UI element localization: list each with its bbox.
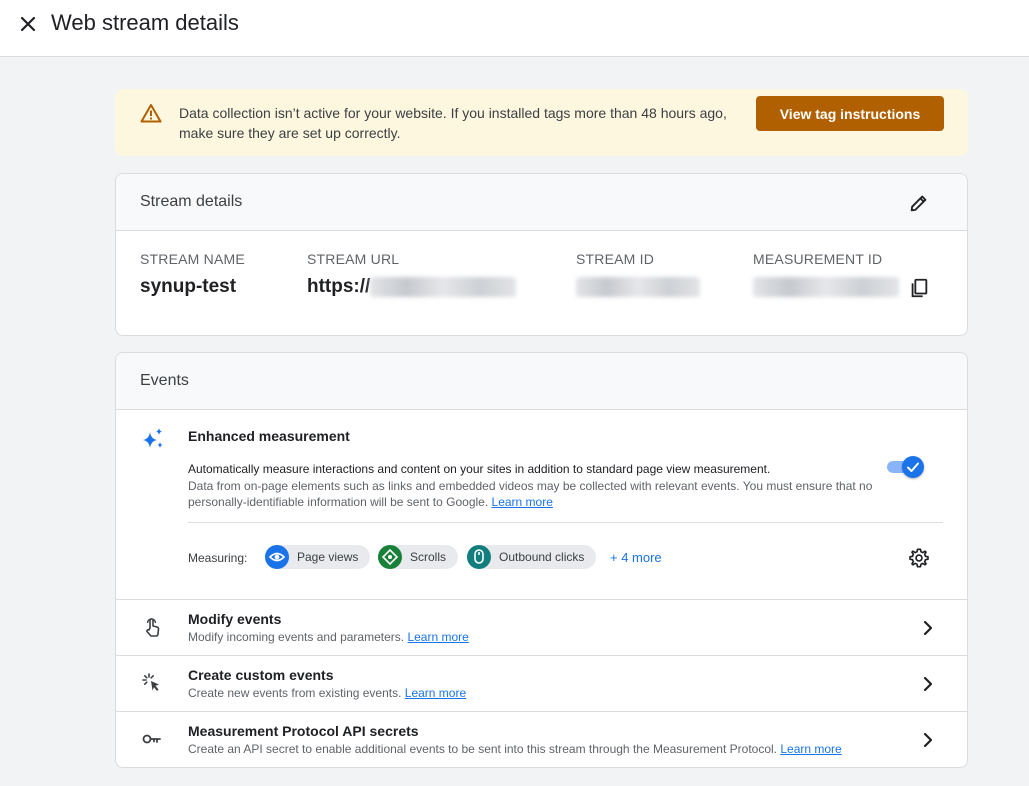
measurement-protocol-learn-more-link[interactable]: Learn more xyxy=(780,742,841,756)
measurement-protocol-description: Create an API secret to enable additiona… xyxy=(188,742,842,756)
toggle-knob xyxy=(902,456,924,478)
enhanced-measurement-learn-more-link[interactable]: Learn more xyxy=(492,495,553,509)
stream-details-title: Stream details xyxy=(140,193,243,210)
data-collection-warning-banner: Data collection isn’t active for your we… xyxy=(115,89,968,156)
chip-page-views-label: Page views xyxy=(297,550,359,564)
redacted-measurement-id xyxy=(753,276,899,297)
modify-events-learn-more-link[interactable]: Learn more xyxy=(407,630,468,644)
measurement-protocol-title: Measurement Protocol API secrets xyxy=(188,723,419,739)
list-item-create-custom-events[interactable]: Create custom events Create new events f… xyxy=(116,656,967,712)
pencil-icon[interactable] xyxy=(908,192,930,214)
events-title: Events xyxy=(140,372,189,389)
warning-icon xyxy=(140,103,162,128)
stream-url-value-row: https:// xyxy=(307,276,517,298)
create-custom-events-learn-more-link[interactable]: Learn more xyxy=(405,686,466,700)
page-title: Web stream details xyxy=(51,10,239,35)
gear-icon[interactable] xyxy=(908,547,930,569)
enhanced-measurement-divider xyxy=(188,522,943,523)
chip-scrolls-label: Scrolls xyxy=(410,550,447,564)
stream-name-value: synup-test xyxy=(140,276,237,297)
stream-details-header: Stream details xyxy=(116,174,967,231)
eye-icon xyxy=(265,545,289,569)
stream-details-card: Stream details STREAM NAME synup-test ST… xyxy=(115,173,968,336)
measurement-id-field: MEASUREMENT ID xyxy=(753,251,899,298)
chevron-right-icon xyxy=(916,728,940,752)
copy-icon[interactable] xyxy=(908,277,930,299)
measuring-label: Measuring: xyxy=(188,551,248,565)
more-measurements-link[interactable]: + 4 more xyxy=(610,550,662,565)
touch-icon xyxy=(140,615,164,639)
enhanced-measurement-toggle[interactable] xyxy=(887,456,924,478)
events-card: Events Enhanced measurement Automaticall… xyxy=(115,352,968,768)
banner-message: Data collection isn’t active for your we… xyxy=(179,105,727,141)
stream-name-field: STREAM NAME synup-test xyxy=(140,251,245,298)
chip-outbound-clicks-label: Outbound clicks xyxy=(499,550,585,564)
checkmark-icon xyxy=(907,462,919,472)
sparkle-icon xyxy=(140,426,166,457)
top-bar: Web stream details xyxy=(0,0,1029,57)
enhanced-measurement-description: Automatically measure interactions and c… xyxy=(188,462,771,476)
enhanced-measurement-title: Enhanced measurement xyxy=(188,428,350,444)
chip-outbound-clicks[interactable]: Outbound clicks xyxy=(467,545,597,569)
stream-url-field: STREAM URL https:// xyxy=(307,251,517,298)
modify-events-description-text: Modify incoming events and parameters. xyxy=(188,630,405,644)
enhanced-measurement-subtext: Data from on-page elements such as links… xyxy=(188,478,878,510)
stream-id-label: STREAM ID xyxy=(576,251,655,267)
redacted-url xyxy=(370,276,517,297)
enhanced-measurement-section: Enhanced measurement Automatically measu… xyxy=(116,410,967,600)
view-tag-instructions-button[interactable]: View tag instructions xyxy=(756,96,944,131)
mouse-icon xyxy=(467,545,491,569)
scroll-icon xyxy=(378,545,402,569)
chevron-right-icon xyxy=(916,672,940,696)
measurement-id-label: MEASUREMENT ID xyxy=(753,251,883,267)
chip-scrolls[interactable]: Scrolls xyxy=(378,545,459,569)
list-item-modify-events[interactable]: Modify events Modify incoming events and… xyxy=(116,600,967,656)
close-icon[interactable] xyxy=(16,12,40,36)
modify-events-description: Modify incoming events and parameters. L… xyxy=(188,630,469,644)
stream-url-label: STREAM URL xyxy=(307,251,400,267)
measurement-id-value-row xyxy=(753,276,899,298)
create-custom-events-title: Create custom events xyxy=(188,667,334,683)
redacted-stream-id xyxy=(576,276,700,297)
key-icon xyxy=(140,727,164,751)
stream-name-label: STREAM NAME xyxy=(140,251,245,267)
measurement-protocol-description-text: Create an API secret to enable additiona… xyxy=(188,742,778,756)
stream-id-field: STREAM ID xyxy=(576,251,700,298)
events-header: Events xyxy=(116,353,967,410)
cursor-click-icon xyxy=(140,671,164,695)
create-custom-events-description-text: Create new events from existing events. xyxy=(188,686,402,700)
stream-id-value-row xyxy=(576,276,700,298)
list-item-measurement-protocol-api-secrets[interactable]: Measurement Protocol API secrets Create … xyxy=(116,712,967,767)
chip-page-views[interactable]: Page views xyxy=(265,545,371,569)
stream-url-value: https:// xyxy=(307,276,371,297)
chevron-right-icon xyxy=(916,616,940,640)
modify-events-title: Modify events xyxy=(188,611,282,627)
create-custom-events-description: Create new events from existing events. … xyxy=(188,686,466,700)
